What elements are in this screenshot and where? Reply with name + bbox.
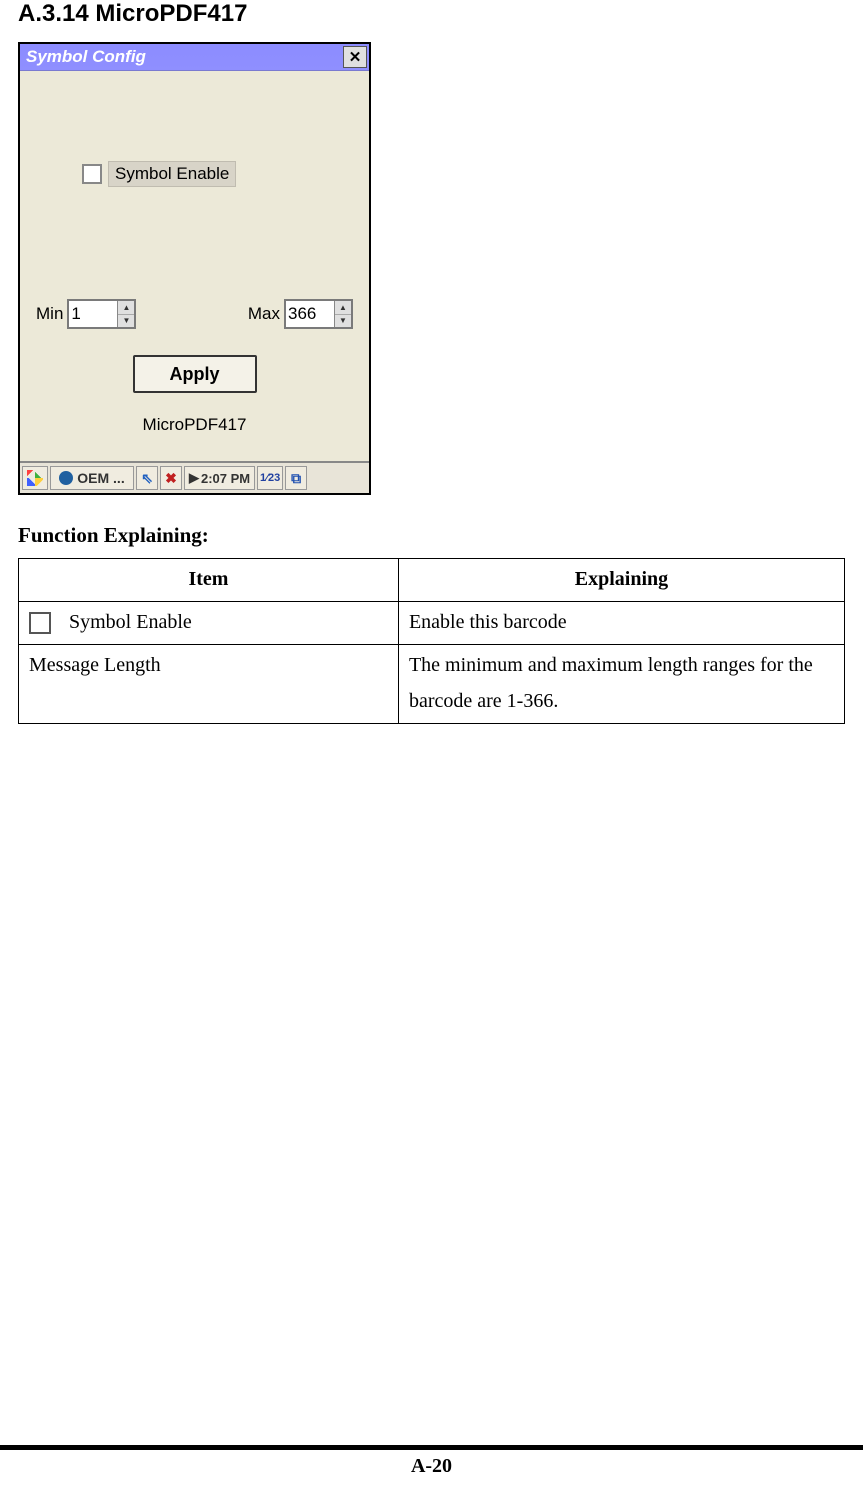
tray-icon-1[interactable]: ⇖ [136,466,158,490]
min-spinner-arrows[interactable]: ▲ ▼ [117,301,134,327]
clock-time: 2:07 PM [201,471,250,486]
header-item: Item [19,559,399,602]
cell-item: Symbol Enable [19,602,399,645]
cell-item-text: Message Length [29,654,161,676]
window-title: Symbol Config [26,47,146,67]
taskbar-app-label: OEM ... [77,470,124,486]
symbol-enable-row[interactable]: Symbol Enable [82,161,236,187]
close-button[interactable]: ✕ [343,46,367,68]
chevron-up-icon[interactable]: ▲ [118,301,134,315]
min-input[interactable] [69,301,117,327]
cell-explaining: Enable this barcode [398,602,844,645]
page-footer-rule [0,1445,863,1450]
chevron-down-icon[interactable]: ▼ [335,315,351,328]
apply-button[interactable]: Apply [133,355,257,393]
cell-item-text: Symbol Enable [69,611,192,633]
min-max-row: Min ▲ ▼ Max ▲ ▼ [36,299,353,329]
min-group: Min ▲ ▼ [36,299,136,329]
header-explaining: Explaining [398,559,844,602]
close-icon: ✕ [349,48,362,66]
section-title: A.3.14 MicroPDF417 [18,0,845,28]
network-icon: ⇖ [141,470,153,487]
max-label: Max [248,304,280,324]
function-table: Item Explaining Symbol Enable Enable thi… [18,558,845,724]
symbol-enable-label: Symbol Enable [108,161,236,187]
start-button[interactable] [22,466,48,490]
clock-arrow-icon: ▶ [189,470,199,486]
chevron-up-icon[interactable]: ▲ [335,301,351,315]
tray-keyboard[interactable]: 1⁄23 [257,466,283,490]
function-explaining-heading: Function Explaining: [18,523,845,548]
cell-item: Message Length [19,645,399,724]
symbol-enable-checkbox[interactable] [82,164,102,184]
keyboard-icon: 1⁄23 [260,472,280,484]
chevron-down-icon[interactable]: ▼ [118,315,134,328]
tray-desktop[interactable]: ⧉ [285,466,307,490]
tray-icon-2[interactable]: ✖ [160,466,182,490]
desktop-icon: ⧉ [291,470,301,487]
max-group: Max ▲ ▼ [248,299,353,329]
page-number: A-20 [0,1455,863,1478]
disconnect-icon: ✖ [165,470,177,487]
screenshot-window: Symbol Config ✕ Symbol Enable Min ▲ ▼ [18,42,371,495]
min-spinner[interactable]: ▲ ▼ [67,299,136,329]
windows-flag-icon [27,470,43,486]
min-label: Min [36,304,63,324]
table-row: Message Length The minimum and maximum l… [19,645,845,724]
table-header-row: Item Explaining [19,559,845,602]
symbology-name-label: MicroPDF417 [20,415,369,435]
max-spinner-arrows[interactable]: ▲ ▼ [334,301,351,327]
taskbar: OEM ... ⇖ ✖ ▶ 2:07 PM 1⁄23 ⧉ [20,461,369,493]
checkbox-icon [29,612,51,634]
max-spinner[interactable]: ▲ ▼ [284,299,353,329]
app-icon [59,471,73,485]
window-titlebar: Symbol Config ✕ [20,44,369,71]
taskbar-app-button[interactable]: OEM ... [50,466,134,490]
window-client-area: Symbol Enable Min ▲ ▼ Max ▲ [20,71,369,461]
table-row: Symbol Enable Enable this barcode [19,602,845,645]
max-input[interactable] [286,301,334,327]
taskbar-clock[interactable]: ▶ 2:07 PM [184,466,255,490]
cell-explaining: The minimum and maximum length ranges fo… [398,645,844,724]
